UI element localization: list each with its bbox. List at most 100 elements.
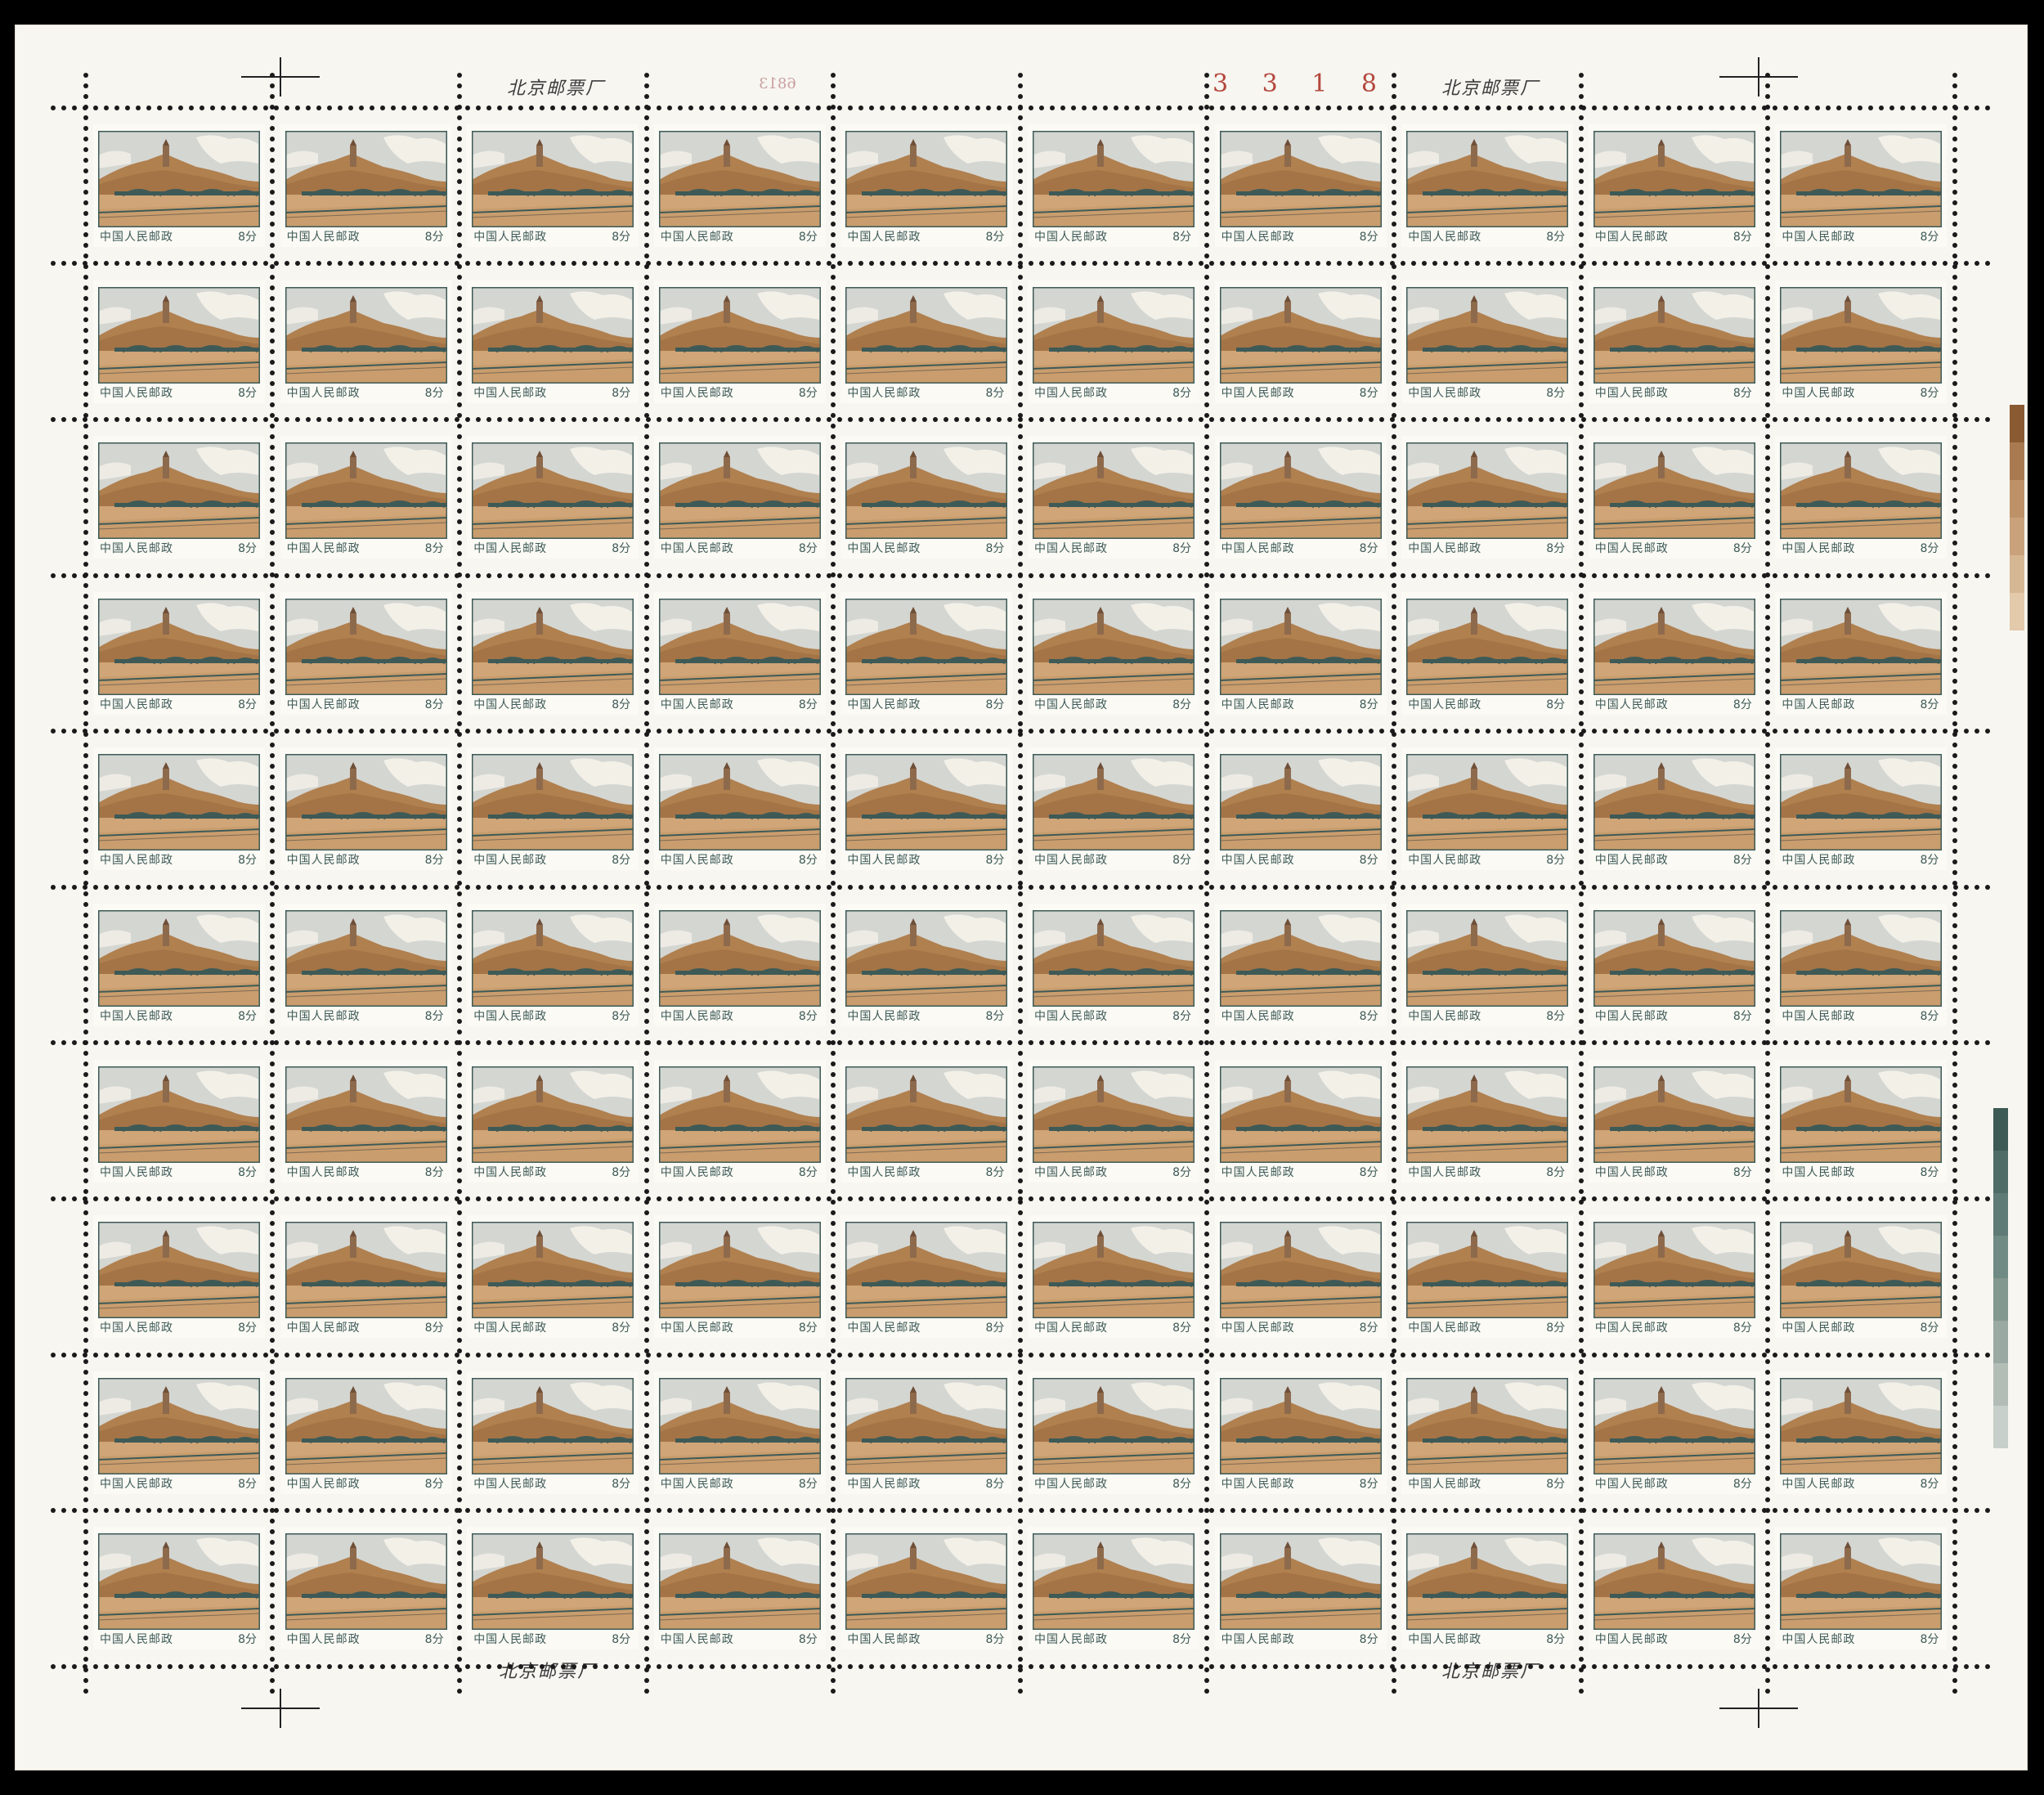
pagoda-bridge-vignette	[1406, 131, 1569, 227]
perforation-hole	[284, 1196, 289, 1201]
perforation-hole	[831, 837, 836, 843]
stamp-inscription: 中国人民邮政	[286, 231, 361, 244]
perforation-hole	[1204, 1465, 1210, 1470]
perforation-hole	[1765, 689, 1771, 694]
stamp-inscription: 中国人民邮政	[473, 1010, 548, 1023]
perforation-hole	[1378, 884, 1384, 890]
perforation-hole	[1765, 1624, 1771, 1630]
perforation-hole	[1952, 976, 1957, 981]
perforation-hole	[1549, 1663, 1554, 1669]
perforation-hole	[831, 104, 836, 110]
perforation-hole	[1391, 529, 1396, 535]
perforation-hole	[773, 1040, 778, 1046]
perforation-hole	[1719, 1040, 1724, 1046]
perforation-hole	[1391, 168, 1396, 173]
perforation-hole	[1391, 359, 1396, 365]
perforation-hole	[1765, 1443, 1771, 1449]
perforation-hole	[456, 699, 462, 705]
perforation-hole	[83, 497, 88, 503]
perforation-hole	[1017, 1497, 1023, 1502]
perforation-hole	[83, 306, 88, 312]
perforation-hole	[456, 1082, 462, 1088]
perforation-hole	[422, 729, 428, 734]
perforation-hole	[1464, 416, 1469, 422]
perforation-hole	[135, 261, 141, 267]
perforation-hole	[456, 1592, 462, 1598]
perforation-hole	[634, 884, 640, 890]
perforation-hole	[1391, 1188, 1396, 1194]
perforation-hole	[1391, 997, 1396, 1003]
perforation-hole	[456, 1209, 462, 1215]
perforation-hole	[337, 105, 343, 110]
perforation-hole	[831, 1167, 836, 1173]
perforation-hole	[456, 263, 462, 269]
perforation-hole	[643, 922, 649, 928]
perforation-hole	[1070, 1663, 1076, 1669]
perforation-hole	[900, 884, 906, 890]
perforation-hole	[114, 729, 119, 734]
perforation-hole	[270, 1486, 276, 1492]
perforation-hole	[347, 1196, 353, 1201]
perforation-hole	[188, 1196, 194, 1201]
perforation-hole	[1952, 954, 1957, 960]
perforation-hole	[1963, 1352, 1969, 1357]
perforation-hole	[1974, 1352, 1979, 1357]
perforation-hole	[124, 1508, 130, 1514]
perforation-hole	[270, 1369, 276, 1375]
perforation-hole	[1655, 1663, 1661, 1669]
perforation-hole	[1878, 729, 1884, 734]
perforation-hole	[1578, 1071, 1584, 1077]
perforation-hole	[1240, 105, 1246, 110]
perforation-hole	[643, 327, 649, 333]
perforation-hole	[1391, 1061, 1396, 1066]
perforation-hole	[316, 1508, 321, 1514]
perforation-hole	[613, 884, 619, 890]
perforation-hole	[1049, 1663, 1055, 1669]
perforation-hole	[156, 729, 162, 734]
perforation-hole	[1708, 1663, 1714, 1669]
perforation-hole	[1293, 416, 1299, 422]
perforation-hole	[643, 837, 649, 843]
perforation-hole	[528, 1352, 534, 1357]
perforation-hole	[1262, 1196, 1267, 1201]
perforation-hole	[422, 1196, 428, 1201]
perforation-hole	[1921, 729, 1926, 734]
perforation-hole	[270, 689, 276, 694]
perforation-hole	[1910, 1508, 1916, 1514]
perforation-hole	[964, 1352, 970, 1357]
perforation-hole	[1793, 416, 1799, 422]
perforation-hole	[1765, 1380, 1771, 1385]
stamp-inscription: 中国人民邮政	[1034, 1010, 1108, 1023]
stamp: 中国人民邮政 8分	[1588, 1215, 1760, 1339]
stamp: 中国人民邮政 8分	[653, 747, 826, 871]
perforation-hole	[1102, 1352, 1108, 1357]
perforation-hole	[528, 729, 534, 734]
perforation-hole	[1765, 933, 1771, 939]
stamp: 中国人民邮政 8分	[840, 124, 1013, 247]
perforation-hole	[241, 729, 247, 734]
stamp-inscription: 中国人民邮政	[473, 1322, 548, 1335]
perforation-hole	[486, 1663, 491, 1669]
perforation-hole	[1570, 261, 1576, 267]
stamp-denomination: 8分	[1172, 1633, 1191, 1647]
perforation-hole	[1391, 146, 1396, 152]
perforation-hole	[114, 572, 119, 578]
perforation-hole	[1963, 416, 1969, 422]
perforation-hole	[486, 884, 491, 890]
perforation-hole	[270, 561, 276, 567]
perforation-hole	[1391, 348, 1396, 354]
perforation-hole	[730, 884, 736, 890]
perforation-hole	[831, 561, 836, 567]
perforation-hole	[475, 572, 481, 578]
stamp-inscription: 中国人民邮政	[1594, 1010, 1669, 1023]
perforation-hole	[1204, 1209, 1210, 1215]
stamp: 中国人民邮政 8分	[467, 124, 639, 247]
perforation-hole	[1952, 1135, 1957, 1141]
pagoda-bridge-vignette	[1406, 910, 1569, 1007]
perforation-hole	[1591, 729, 1597, 734]
perforation-hole	[411, 884, 417, 890]
perforation-hole	[507, 261, 513, 267]
perforation-hole	[1687, 416, 1692, 422]
color-guide-green-segment	[1993, 1236, 2008, 1278]
perforation-hole	[83, 540, 88, 545]
